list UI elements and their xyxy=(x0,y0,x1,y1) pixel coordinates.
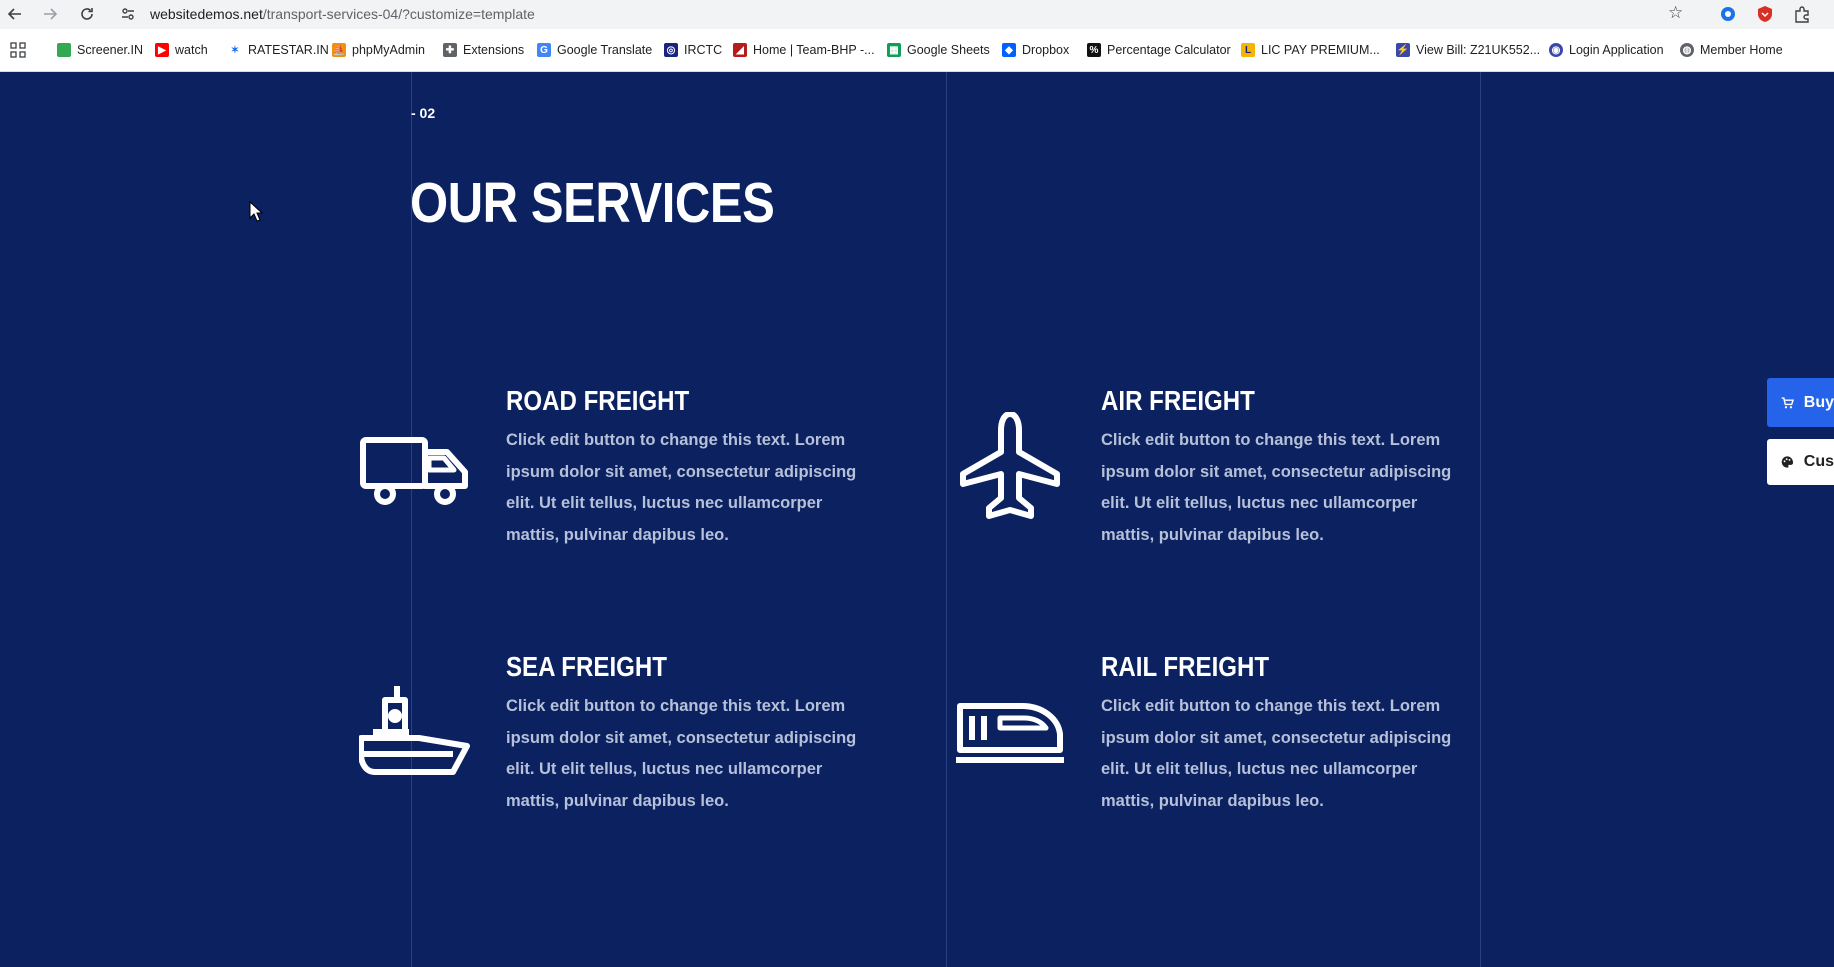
apps-grid-icon[interactable] xyxy=(10,41,26,59)
cart-icon xyxy=(1781,396,1794,408)
palette-icon xyxy=(1781,456,1794,468)
extensions-puzzle-icon[interactable] xyxy=(1793,5,1811,23)
bookmark-label: LIC PAY PREMIUM... xyxy=(1261,43,1380,57)
shield-extension-icon[interactable] xyxy=(1756,5,1774,23)
bookmark-login-application[interactable]: ◉ Login Application xyxy=(1549,41,1664,59)
bookmark-percentage-calculator[interactable]: % Percentage Calculator xyxy=(1087,41,1231,59)
phpmyadmin-icon: ⛵ xyxy=(332,43,346,57)
bookmark-label: Percentage Calculator xyxy=(1107,43,1231,57)
airplane-icon xyxy=(954,411,1066,524)
sheets-icon: ▦ xyxy=(887,43,901,57)
buy-label: Buy xyxy=(1803,393,1834,411)
bookmark-label: RATESTAR.IN xyxy=(248,43,329,57)
bookmark-screener[interactable]: Screener.IN xyxy=(57,41,143,59)
section-number: - 02 xyxy=(411,105,436,121)
bookmark-label: Home | Team-BHP -... xyxy=(753,43,875,57)
buy-button[interactable]: Buy xyxy=(1767,378,1834,427)
dropbox-icon: ◆ xyxy=(1002,43,1016,57)
bookmark-team-bhp[interactable]: ◢ Home | Team-BHP -... xyxy=(733,41,875,59)
bookmark-label: Google Translate xyxy=(557,43,653,57)
service-text-sea: Click edit button to change this text. L… xyxy=(506,697,857,810)
teambhp-icon: ◢ xyxy=(733,43,747,57)
bookmark-label: Member Home xyxy=(1700,43,1783,57)
service-text-road: Click edit button to change this text. L… xyxy=(506,431,857,544)
bookmark-label: Extensions xyxy=(463,43,525,57)
bookmark-google-sheets[interactable]: ▦ Google Sheets xyxy=(887,41,990,59)
bookmark-dropbox[interactable]: ◆ Dropbox xyxy=(1002,41,1069,59)
bookmark-label: Google Sheets xyxy=(907,43,990,57)
reload-icon[interactable] xyxy=(76,3,98,25)
bookmark-label: Dropbox xyxy=(1022,43,1070,57)
bookmark-label: phpMyAdmin xyxy=(352,43,425,57)
service-text-air: Click edit button to change this text. L… xyxy=(1101,431,1452,544)
bar-chart-icon xyxy=(57,43,71,57)
login-icon: ◉ xyxy=(1549,43,1563,57)
section-title: OUR SERVICES xyxy=(410,171,775,235)
service-title-rail: RAIL FREIGHT xyxy=(1101,651,1270,682)
bookmark-ratestar[interactable]: ✶ RATESTAR.IN xyxy=(228,41,329,59)
bookmark-star-icon[interactable]: ☆ xyxy=(1668,3,1683,23)
back-icon[interactable] xyxy=(4,3,26,25)
url-domain: websitedemos.net xyxy=(150,6,263,22)
youtube-icon: ▶ xyxy=(155,43,169,57)
bookmark-label: IRCTC xyxy=(684,43,723,57)
service-title-sea: SEA FREIGHT xyxy=(506,651,667,682)
translate-icon: G xyxy=(537,43,551,57)
site-settings-icon[interactable] xyxy=(119,5,137,23)
bill-icon: ⚡ xyxy=(1396,43,1410,57)
bookmark-lic-pay[interactable]: L LIC PAY PREMIUM... xyxy=(1241,41,1380,59)
divider-line xyxy=(946,72,947,967)
service-title-air: AIR FREIGHT xyxy=(1101,385,1255,416)
bookmark-extensions[interactable]: ✚ Extensions xyxy=(443,41,524,59)
mouse-cursor-icon xyxy=(249,200,264,228)
customize-button[interactable]: Cus xyxy=(1767,439,1834,485)
address-bar: websitedemos.net/transport-services-04/?… xyxy=(0,0,1834,29)
globe-icon: ◍ xyxy=(1680,43,1694,57)
bookmark-label: View Bill: Z21UK552... xyxy=(1416,43,1541,57)
ratestar-icon: ✶ xyxy=(230,44,240,56)
url-path: /transport-services-04/?customize=templa… xyxy=(262,6,535,22)
extension-icon[interactable] xyxy=(1719,5,1737,23)
bookmark-phpmyadmin[interactable]: ⛵ phpMyAdmin xyxy=(332,41,425,59)
bookmark-irctc[interactable]: ◎ IRCTC xyxy=(664,41,722,59)
customize-label: Cus xyxy=(1803,453,1834,470)
service-text-rail: Click edit button to change this text. L… xyxy=(1101,697,1452,810)
irctc-icon: ◎ xyxy=(664,43,678,57)
bookmark-watch[interactable]: ▶ watch xyxy=(155,41,208,59)
bookmark-member-home[interactable]: ◍ Member Home xyxy=(1680,41,1783,59)
bookmarks-bar: Screener.IN ▶ watch ✶ RATESTAR.IN ⛵ phpMyAd… xyxy=(0,29,1834,72)
forward-icon[interactable] xyxy=(39,3,61,25)
ship-icon xyxy=(358,678,471,790)
percent-icon: % xyxy=(1087,43,1101,57)
bookmark-label: Screener.IN xyxy=(77,43,144,57)
bookmark-label: Login Application xyxy=(1569,43,1664,57)
bookmark-google-translate[interactable]: G Google Translate xyxy=(537,41,652,59)
lic-icon: L xyxy=(1241,43,1255,57)
service-title-road: ROAD FREIGHT xyxy=(506,385,690,416)
url-field[interactable]: websitedemos.net/transport-services-04/?… xyxy=(150,6,535,22)
bookmark-label: watch xyxy=(175,43,208,57)
train-icon xyxy=(954,678,1066,790)
puzzle-icon: ✚ xyxy=(443,43,457,57)
truck-icon xyxy=(359,412,471,524)
bookmark-view-bill[interactable]: ⚡ View Bill: Z21UK552... xyxy=(1396,41,1540,59)
divider-line xyxy=(1480,72,1481,967)
